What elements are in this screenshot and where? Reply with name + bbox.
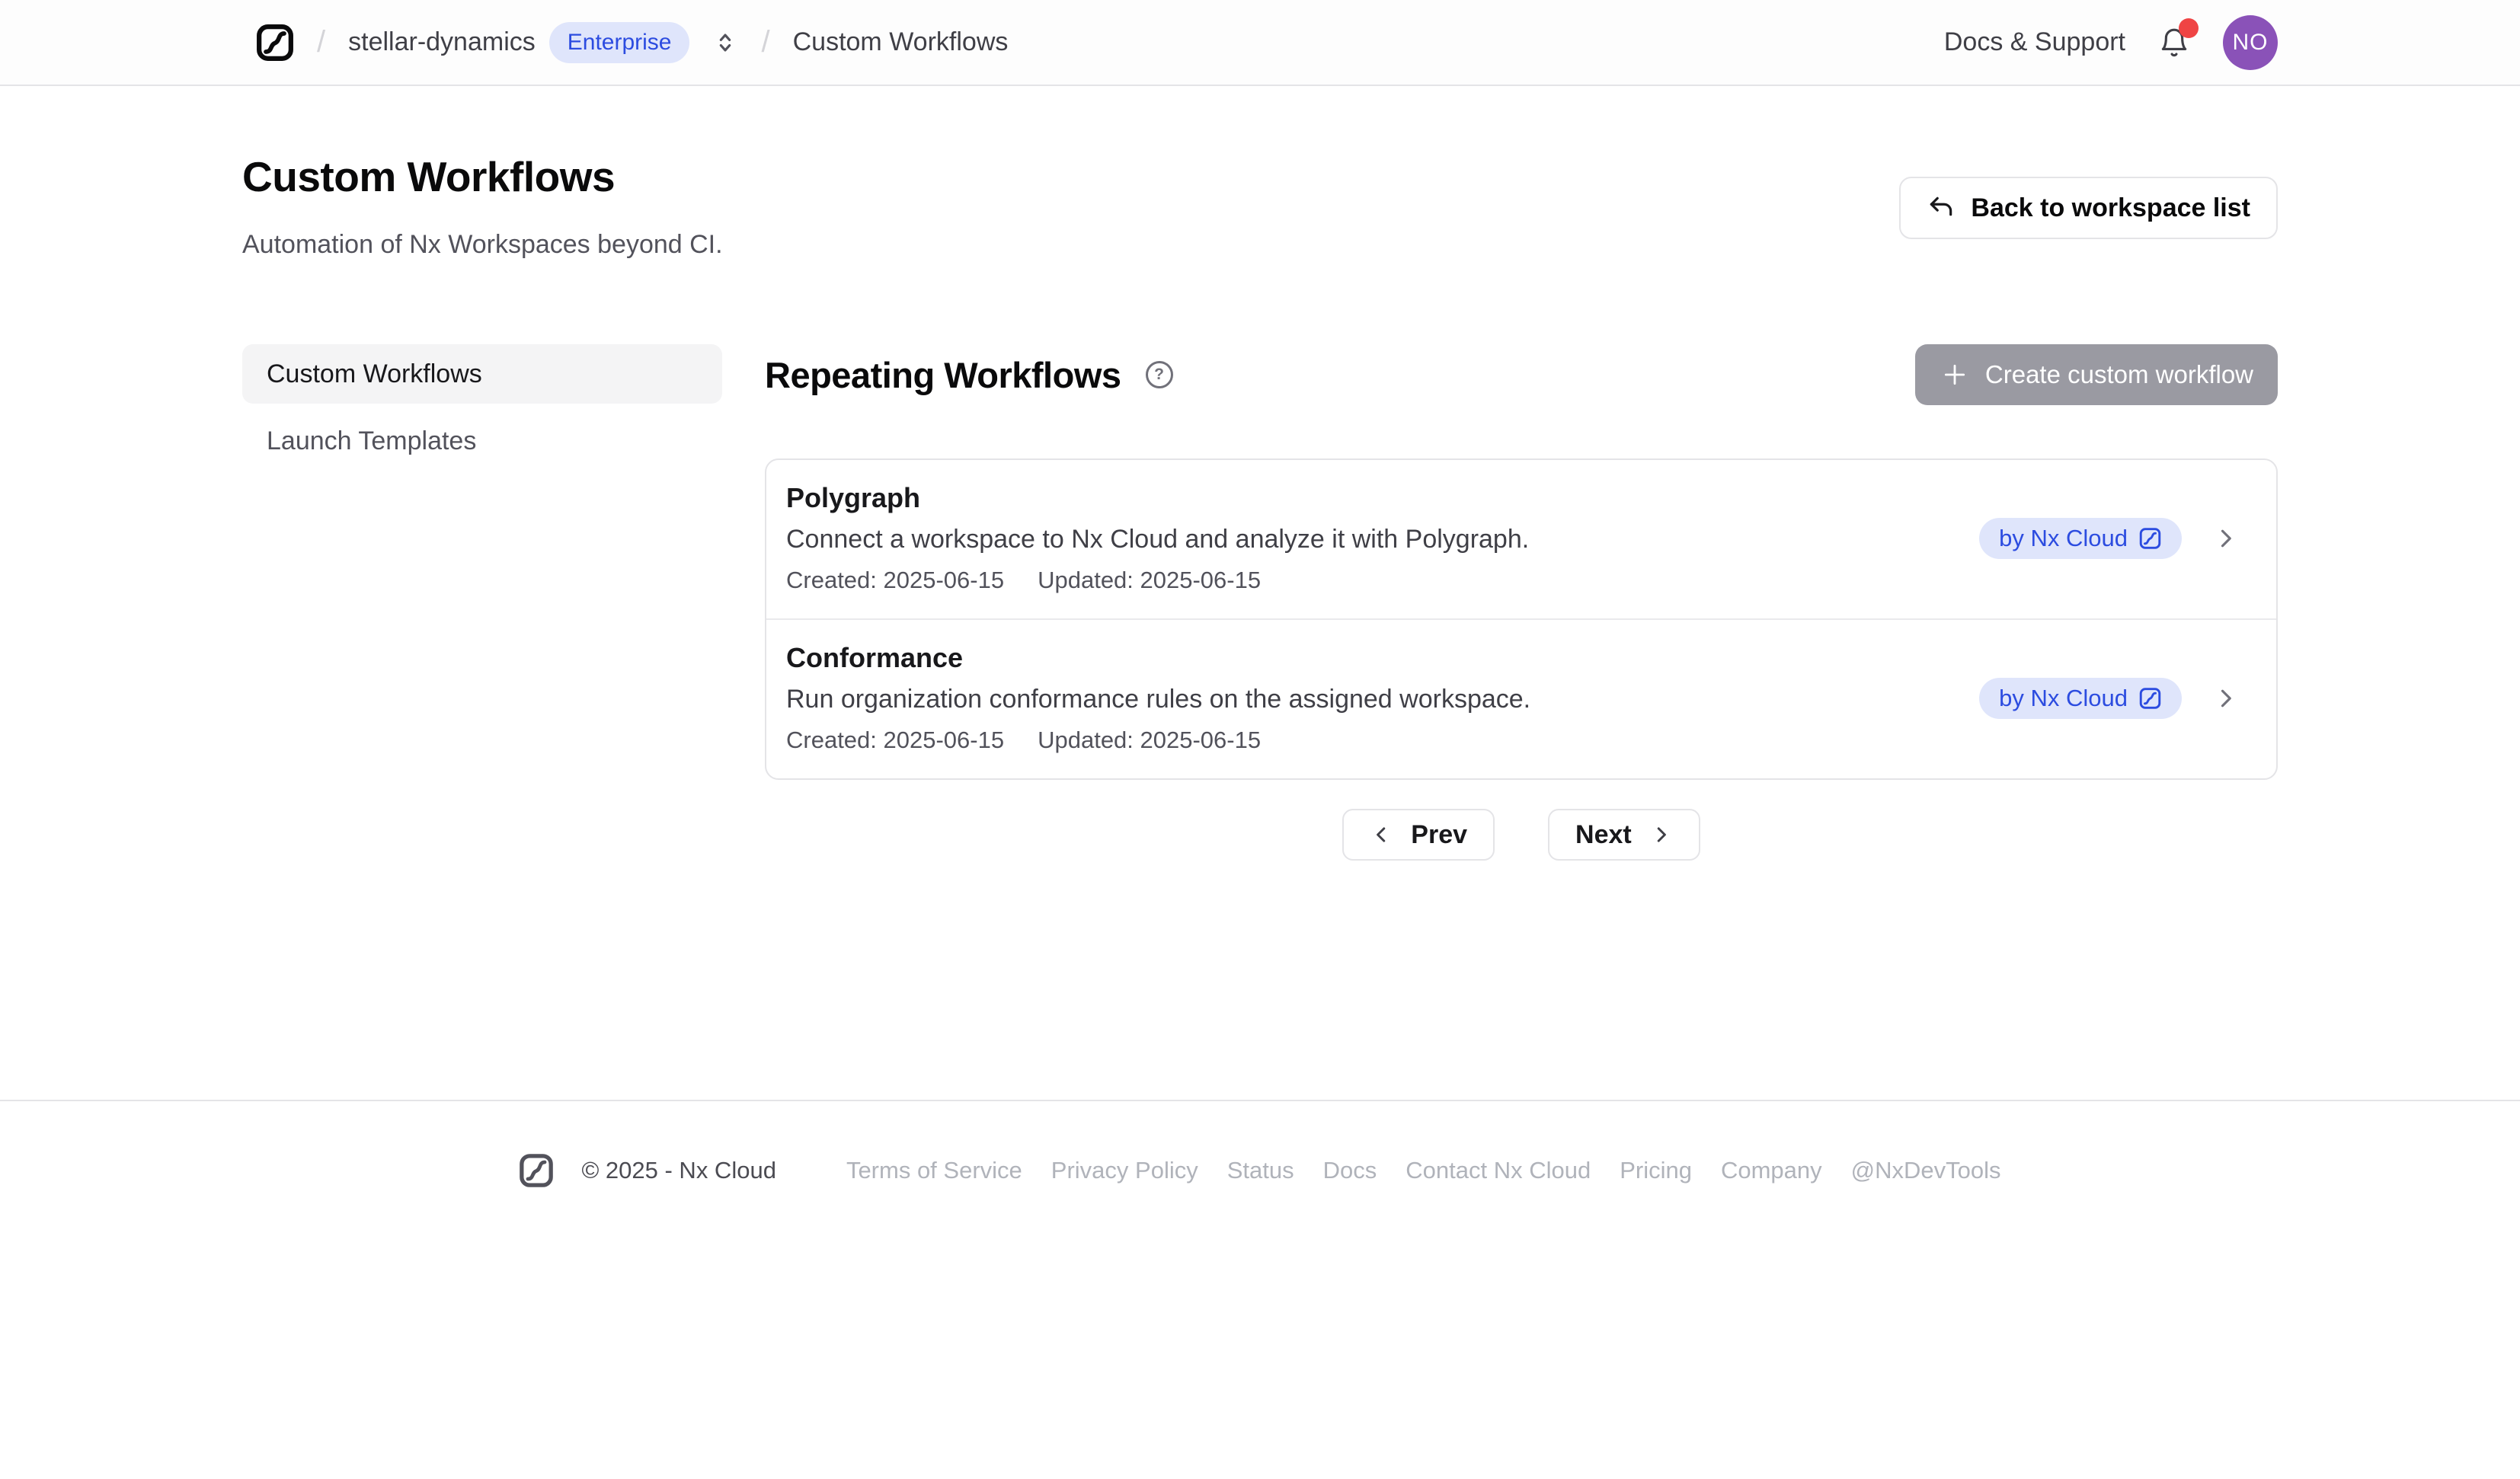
workflows-card: Polygraph Connect a workspace to Nx Clou… xyxy=(765,458,2278,780)
workflow-name: Polygraph xyxy=(786,481,1529,515)
prev-label: Prev xyxy=(1411,820,1467,850)
plus-icon xyxy=(1940,359,1970,390)
badge-label: by Nx Cloud xyxy=(1999,685,2128,712)
next-page-button[interactable]: Next xyxy=(1548,809,1700,861)
nx-logo-icon xyxy=(2138,686,2162,711)
footer-link-nxdevtools[interactable]: @NxDevTools xyxy=(1851,1157,2001,1184)
workflow-name: Conformance xyxy=(786,641,1530,675)
section-title-group: Repeating Workflows ? xyxy=(765,354,1173,396)
sidebar-item-label: Custom Workflows xyxy=(267,359,482,389)
create-custom-workflow-button[interactable]: Create custom workflow xyxy=(1915,344,2278,405)
footer-link-status[interactable]: Status xyxy=(1227,1157,1294,1184)
footer-link-docs[interactable]: Docs xyxy=(1323,1157,1377,1184)
footer-link-pricing[interactable]: Pricing xyxy=(1620,1157,1692,1184)
workspace-switcher-icon[interactable] xyxy=(712,27,738,58)
nx-logo-icon xyxy=(519,1152,554,1190)
footer-link-privacy[interactable]: Privacy Policy xyxy=(1051,1157,1198,1184)
workflow-updated: Updated: 2025-06-15 xyxy=(1038,565,1261,596)
nx-logo-icon[interactable] xyxy=(256,23,294,62)
sidebar-item-launch-templates[interactable]: Launch Templates xyxy=(242,411,722,471)
nx-logo-icon xyxy=(2138,526,2162,551)
chevron-right-icon xyxy=(2212,525,2240,552)
section-title: Repeating Workflows xyxy=(765,354,1121,396)
badge-label: by Nx Cloud xyxy=(1999,525,2128,552)
content-area: Custom Workflows Launch Templates Repeat… xyxy=(242,344,2278,861)
footer-links: Terms of Service Privacy Policy Status D… xyxy=(846,1157,2001,1184)
chevron-right-icon xyxy=(2212,685,2240,712)
help-icon[interactable]: ? xyxy=(1146,361,1173,388)
workflow-row-conformance[interactable]: Conformance Run organization conformance… xyxy=(766,618,2276,778)
workflow-info: Conformance Run organization conformance… xyxy=(786,641,1530,755)
workflow-description: Run organization conformance rules on th… xyxy=(786,682,1530,716)
workflow-meta: Created: 2025-06-15 Updated: 2025-06-15 xyxy=(786,565,1529,596)
top-navigation-bar: / stellar-dynamics Enterprise / Custom W… xyxy=(0,0,2520,86)
workflow-meta: Created: 2025-06-15 Updated: 2025-06-15 xyxy=(786,725,1530,755)
docs-support-link[interactable]: Docs & Support xyxy=(1944,27,2125,57)
breadcrumb: / stellar-dynamics Enterprise / Custom W… xyxy=(256,22,1008,63)
workflow-row-polygraph[interactable]: Polygraph Connect a workspace to Nx Clou… xyxy=(766,460,2276,618)
by-nx-cloud-badge[interactable]: by Nx Cloud xyxy=(1979,678,2182,719)
workflow-info: Polygraph Connect a workspace to Nx Clou… xyxy=(786,481,1529,596)
chevron-left-icon xyxy=(1370,823,1393,846)
footer-divider xyxy=(0,1100,2520,1101)
footer-link-terms[interactable]: Terms of Service xyxy=(846,1157,1022,1184)
notification-dot xyxy=(2179,18,2199,38)
workflow-created: Created: 2025-06-15 xyxy=(786,725,1004,755)
return-arrow-icon xyxy=(1927,193,1956,222)
next-label: Next xyxy=(1575,820,1632,850)
sidebar-item-custom-workflows[interactable]: Custom Workflows xyxy=(242,344,722,404)
by-nx-cloud-badge[interactable]: by Nx Cloud xyxy=(1979,518,2182,559)
app-root: / stellar-dynamics Enterprise / Custom W… xyxy=(0,0,2520,1479)
workflow-updated: Updated: 2025-06-15 xyxy=(1038,725,1261,755)
plan-badge: Enterprise xyxy=(549,22,690,63)
breadcrumb-current-page[interactable]: Custom Workflows xyxy=(793,27,1009,57)
create-button-label: Create custom workflow xyxy=(1985,360,2253,389)
chevron-right-icon xyxy=(1650,823,1673,846)
section-header: Repeating Workflows ? Create custom work… xyxy=(765,344,2278,405)
page-title: Custom Workflows xyxy=(242,152,615,201)
sidebar-item-label: Launch Templates xyxy=(267,426,476,456)
workflow-row-actions: by Nx Cloud xyxy=(1979,518,2240,559)
breadcrumb-workspace-name[interactable]: stellar-dynamics xyxy=(348,27,536,57)
footer-link-company[interactable]: Company xyxy=(1721,1157,1822,1184)
prev-page-button[interactable]: Prev xyxy=(1342,809,1495,861)
footer: © 2025 - Nx Cloud Terms of Service Priva… xyxy=(0,1152,2520,1190)
workflow-created: Created: 2025-06-15 xyxy=(786,565,1004,596)
copyright-text: © 2025 - Nx Cloud xyxy=(581,1157,776,1184)
pagination: Prev Next xyxy=(765,809,2278,861)
back-to-workspace-list-button[interactable]: Back to workspace list xyxy=(1899,177,2278,239)
user-avatar[interactable]: NO xyxy=(2223,15,2278,70)
settings-sidebar: Custom Workflows Launch Templates xyxy=(242,344,722,861)
footer-link-contact[interactable]: Contact Nx Cloud xyxy=(1406,1157,1591,1184)
page-subtitle: Automation of Nx Workspaces beyond CI. xyxy=(242,230,723,260)
workflow-row-actions: by Nx Cloud xyxy=(1979,678,2240,719)
workflow-description: Connect a workspace to Nx Cloud and anal… xyxy=(786,522,1529,556)
breadcrumb-separator: / xyxy=(317,25,325,59)
notifications-button[interactable] xyxy=(2157,24,2191,61)
back-button-label: Back to workspace list xyxy=(1971,193,2250,223)
topbar-actions: Docs & Support NO xyxy=(1944,15,2278,70)
main-panel: Repeating Workflows ? Create custom work… xyxy=(765,344,2278,861)
breadcrumb-separator: / xyxy=(761,25,769,59)
